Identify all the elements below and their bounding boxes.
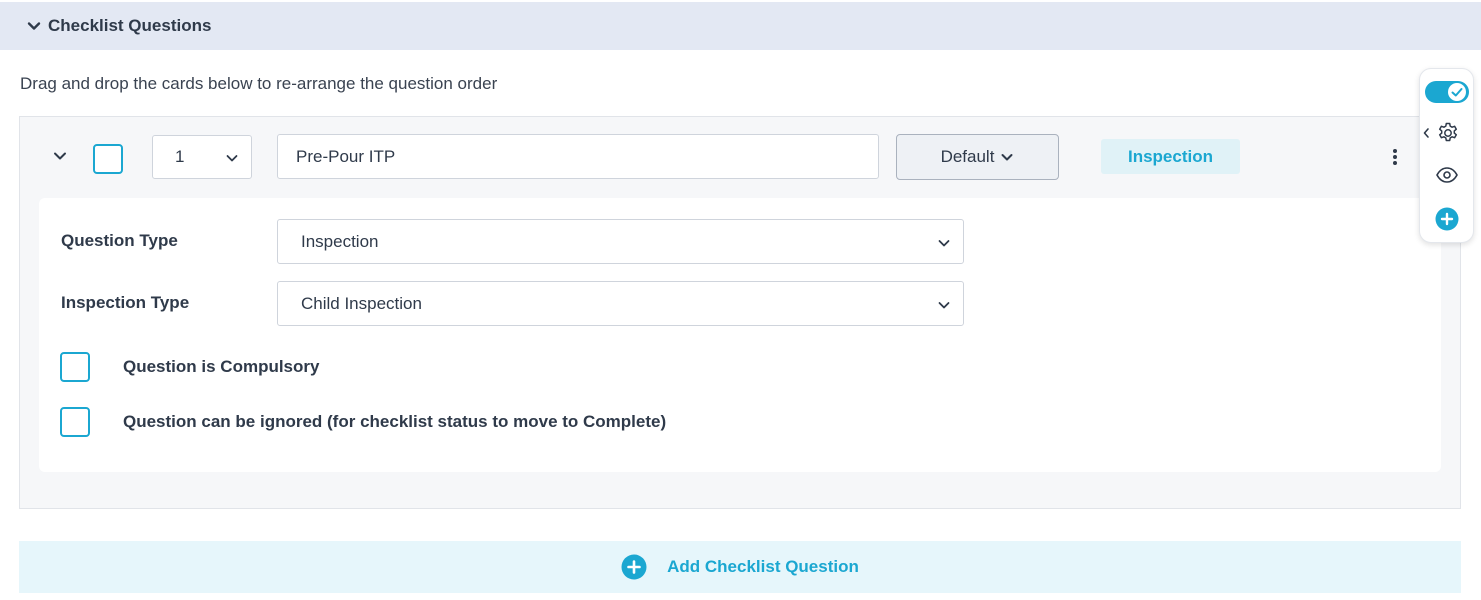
section-header[interactable]: Checklist Questions	[0, 2, 1481, 50]
question-name-input[interactable]	[277, 134, 879, 179]
default-dropdown-button[interactable]: Default	[896, 134, 1059, 180]
compulsory-label: Question is Compulsory	[123, 357, 320, 376]
check-icon	[1451, 88, 1463, 97]
question-type-select[interactable]: Inspection	[277, 219, 964, 264]
question-order-value: 1	[175, 147, 185, 166]
more-options-icon[interactable]	[1385, 146, 1405, 168]
question-order-select[interactable]: 1	[152, 135, 252, 179]
collapse-chevron-icon[interactable]	[52, 148, 68, 164]
question-type-label: Question Type	[61, 231, 178, 250]
floating-toolbar	[1419, 68, 1474, 243]
plus-circle-icon[interactable]	[1435, 207, 1459, 231]
ignorable-checkbox[interactable]	[60, 407, 90, 437]
default-button-label: Default	[940, 147, 995, 166]
add-checklist-question-button[interactable]: Add Checklist Question	[19, 541, 1461, 593]
inspection-type-select[interactable]: Child Inspection	[277, 281, 964, 326]
visibility-toggle[interactable]	[1425, 81, 1469, 103]
reorder-hint: Drag and drop the cards below to re-arra…	[20, 74, 498, 93]
inspection-type-label: Inspection Type	[61, 293, 190, 312]
chevron-down-icon	[938, 240, 950, 247]
gear-icon[interactable]	[1436, 121, 1460, 145]
question-type-value: Inspection	[301, 231, 379, 251]
chevron-down-icon	[938, 302, 950, 309]
toggle-knob	[1448, 83, 1466, 101]
plus-circle-icon	[621, 554, 647, 580]
add-checklist-question-label: Add Checklist Question	[667, 557, 859, 576]
chevron-down-icon	[226, 155, 238, 162]
compulsory-checkbox[interactable]	[60, 352, 90, 382]
chevron-down-icon	[1001, 154, 1013, 161]
ignorable-label: Question can be ignored (for checklist s…	[123, 412, 667, 431]
section-title: Checklist Questions	[48, 16, 212, 35]
eye-icon[interactable]	[1435, 165, 1459, 185]
chevron-down-icon	[27, 22, 41, 30]
question-select-checkbox[interactable]	[93, 144, 123, 174]
question-type-badge: Inspection	[1101, 139, 1240, 174]
inspection-type-value: Child Inspection	[301, 293, 422, 313]
